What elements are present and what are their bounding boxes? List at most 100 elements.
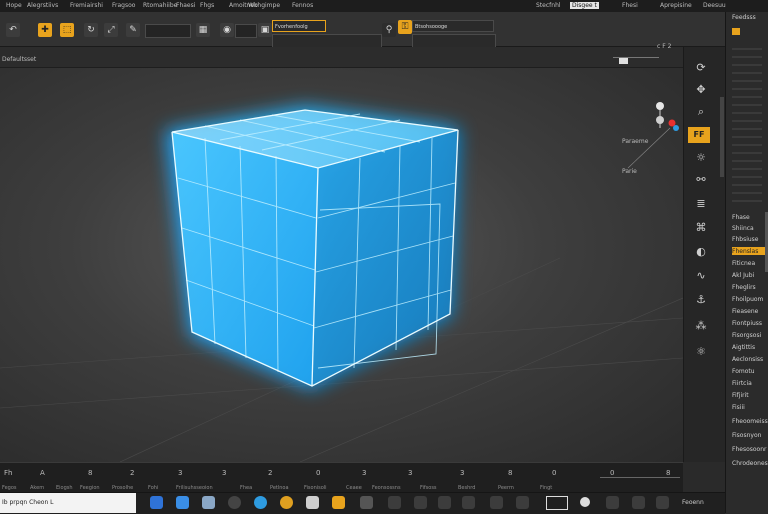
tray-icon[interactable] bbox=[632, 496, 645, 509]
menu-item[interactable]: Alegrstiivs bbox=[27, 2, 58, 9]
brush-icon[interactable]: ✎ bbox=[126, 23, 140, 37]
menu-item[interactable]: Aprepisine bbox=[660, 2, 692, 9]
outliner-tree[interactable] bbox=[732, 42, 762, 207]
select-tool-icon[interactable]: ⬚ bbox=[60, 23, 74, 37]
transform-gizmo[interactable] bbox=[627, 102, 679, 169]
pan-icon[interactable]: ✥ bbox=[692, 83, 710, 97]
chrome-icon[interactable] bbox=[280, 496, 293, 509]
panel-item[interactable]: Fhase bbox=[732, 214, 750, 221]
taskbar-search-input[interactable]: Ib prpqn Cheon L bbox=[0, 493, 136, 513]
node-icon[interactable]: ⌘ bbox=[692, 221, 710, 235]
menu-item[interactable]: Fremiairshi bbox=[70, 2, 103, 9]
tool-field[interactable]: Btsohsoooge bbox=[412, 20, 494, 32]
panel-item[interactable]: Chrodeones bbox=[732, 460, 768, 467]
layers-icon[interactable]: ≣ bbox=[692, 197, 710, 211]
window-preview-icon[interactable] bbox=[546, 496, 568, 510]
value-field[interactable] bbox=[235, 24, 257, 38]
camera-icon[interactable]: ◉ bbox=[220, 23, 234, 37]
constraint-icon[interactable]: ⚓ bbox=[692, 293, 710, 307]
timeline-bar[interactable]: Fh A 8 2 3 3 2 0 3 3 3 8 0 0 8 Fegos Ake… bbox=[0, 462, 683, 493]
timeline-label: Feonsossns bbox=[372, 485, 401, 491]
settings-icon[interactable] bbox=[228, 496, 241, 509]
3d-viewport[interactable]: Paraeme Parie bbox=[0, 68, 683, 462]
menu-item[interactable]: Fhgs bbox=[200, 2, 214, 9]
menu-item[interactable]: Fhesi bbox=[622, 2, 638, 9]
tray-icon[interactable] bbox=[606, 496, 619, 509]
panel-item[interactable]: Fisorgsosi bbox=[732, 332, 761, 339]
physics-icon[interactable]: ⚛ bbox=[692, 345, 710, 359]
rotate-tool-icon[interactable]: ↻ bbox=[84, 23, 98, 37]
panel-item[interactable]: Fiontpiuss bbox=[732, 320, 762, 327]
app-icon[interactable] bbox=[414, 496, 427, 509]
panel-item-selected[interactable]: Fhenslas bbox=[732, 248, 758, 255]
frame-icon[interactable]: ▣ bbox=[258, 23, 272, 37]
menu-item[interactable]: Hope bbox=[6, 2, 22, 9]
panel-item[interactable]: Fhbsiuse bbox=[732, 236, 758, 243]
panel-item[interactable]: Fisosnyon bbox=[732, 432, 761, 439]
panel-item[interactable]: Fisiii bbox=[732, 404, 745, 411]
material-icon[interactable]: ◐ bbox=[692, 245, 710, 259]
playhead-track[interactable] bbox=[600, 477, 680, 478]
menu-item[interactable]: Deesuu bbox=[703, 2, 726, 9]
app-icon[interactable] bbox=[490, 496, 503, 509]
taskbar-clock[interactable]: Feoenn bbox=[682, 499, 704, 506]
notification-dot[interactable] bbox=[580, 497, 590, 507]
active-tool-badge[interactable]: FF bbox=[688, 127, 710, 143]
task-view-icon[interactable] bbox=[150, 496, 163, 509]
panel-item[interactable]: Fiirtcia bbox=[732, 380, 752, 387]
panel-item[interactable]: Fhesosoonr bbox=[732, 446, 766, 453]
folder-icon[interactable] bbox=[732, 28, 740, 35]
panel-item[interactable]: Fomotu bbox=[732, 368, 755, 375]
menu-item[interactable]: Wkhgimpe bbox=[248, 2, 280, 9]
rotate-view-icon[interactable]: ⟳ bbox=[692, 61, 710, 75]
app-icon[interactable] bbox=[516, 496, 529, 509]
menu-item[interactable]: Fennos bbox=[292, 2, 313, 9]
menu-dropdown[interactable]: Disgee t bbox=[570, 2, 599, 9]
menu-item[interactable]: Stecfnhl bbox=[536, 2, 561, 9]
undo-icon[interactable]: ↶ bbox=[6, 23, 20, 37]
explorer-icon[interactable] bbox=[176, 496, 189, 509]
snap-field[interactable] bbox=[145, 24, 191, 38]
blender-icon[interactable] bbox=[332, 496, 345, 509]
tool-field-2[interactable] bbox=[412, 34, 496, 48]
panel-item[interactable]: Fhoilpuom bbox=[732, 296, 763, 303]
key-icon[interactable]: ⚿ bbox=[398, 20, 412, 34]
curve-icon[interactable]: ∿ bbox=[692, 269, 710, 283]
panel-item[interactable]: Fheglirs bbox=[732, 284, 756, 291]
timeline-label: Ceaee bbox=[346, 485, 362, 491]
path-field[interactable] bbox=[272, 34, 382, 48]
column-scrollbar[interactable] bbox=[720, 97, 724, 177]
panel-item[interactable]: Fieasene bbox=[732, 308, 758, 315]
app-icon[interactable] bbox=[388, 496, 401, 509]
store-icon[interactable] bbox=[202, 496, 215, 509]
filter-icon[interactable]: ⚲ bbox=[382, 23, 396, 37]
panel-item[interactable]: Aeclonsiss bbox=[732, 356, 763, 363]
link-icon[interactable]: ⚯ bbox=[692, 173, 710, 187]
mode-field[interactable]: Fvorhenfoolg bbox=[272, 20, 326, 32]
panel-item[interactable]: Fifjirit bbox=[732, 392, 749, 399]
view-cube-icon[interactable] bbox=[619, 57, 628, 64]
particles-icon[interactable]: ⁂ bbox=[692, 319, 710, 333]
app-icon[interactable] bbox=[438, 496, 451, 509]
terminal-icon[interactable] bbox=[360, 496, 373, 509]
panel-item[interactable]: Akl Jubi bbox=[732, 272, 754, 279]
panel-item[interactable]: Fheoomeiss bbox=[732, 418, 768, 425]
panel-item[interactable]: Shiinca bbox=[732, 225, 754, 232]
timeline-label: Fisonisoli bbox=[304, 485, 327, 491]
app-icon[interactable] bbox=[306, 496, 319, 509]
edge-icon[interactable] bbox=[254, 496, 267, 509]
menu-item[interactable]: Rtomahiibe bbox=[143, 2, 177, 9]
timeline-label: Feegion bbox=[80, 485, 100, 491]
grid-icon[interactable]: ▦ bbox=[196, 23, 210, 37]
app-icon[interactable] bbox=[462, 496, 475, 509]
viewport-header: Defaultsset c F 2 bbox=[0, 43, 683, 68]
light-icon[interactable]: ☼ bbox=[692, 151, 710, 165]
menu-item[interactable]: Fragsoo bbox=[112, 2, 135, 9]
zoom-icon[interactable]: ⌕ bbox=[692, 105, 710, 119]
scale-tool-icon[interactable]: ⤢ bbox=[104, 23, 118, 37]
panel-item[interactable]: Aigtittis bbox=[732, 344, 755, 351]
panel-item[interactable]: Fiticnea bbox=[732, 260, 755, 267]
tray-icon[interactable] bbox=[656, 496, 669, 509]
menu-item[interactable]: Fhaesi bbox=[176, 2, 195, 9]
move-tool-icon[interactable]: ✚ bbox=[38, 23, 52, 37]
